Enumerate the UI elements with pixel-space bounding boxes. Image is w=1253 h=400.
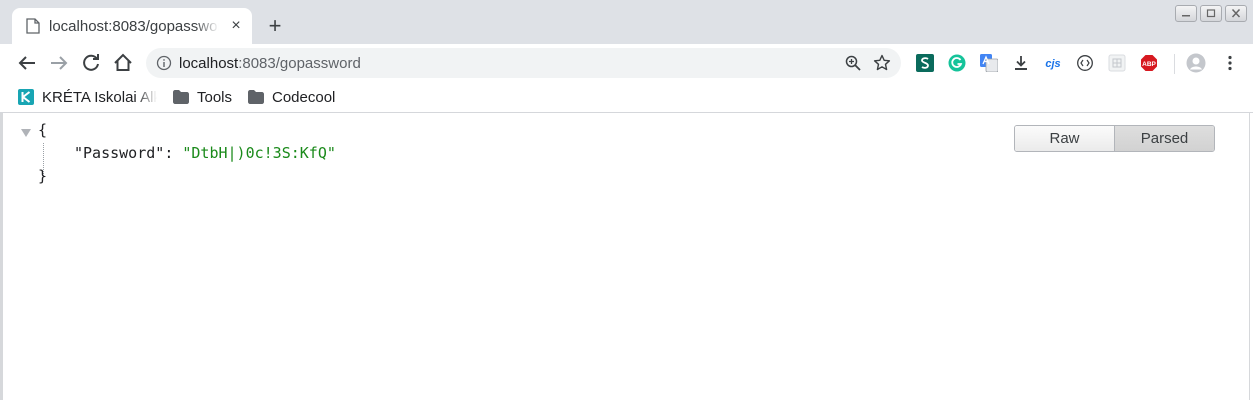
folder-icon: [173, 90, 189, 104]
forward-icon[interactable]: [47, 51, 71, 75]
grid-extension-icon[interactable]: [1108, 54, 1126, 72]
close-icon: [1231, 9, 1241, 18]
kreta-logo-icon: [18, 89, 34, 105]
right-border: [1249, 113, 1250, 400]
page-content: { "Password": "DtbH|)0c!3S:KfQ" } Raw Pa…: [0, 113, 1253, 400]
grammarly-icon[interactable]: [948, 54, 966, 72]
folder-icon: [248, 90, 264, 104]
collapse-toggle-icon[interactable]: [21, 128, 31, 138]
menu-icon[interactable]: [1221, 54, 1239, 72]
s-extension-icon[interactable]: [916, 54, 934, 72]
circle-extension-icon[interactable]: [1076, 54, 1094, 72]
download-icon[interactable]: [1012, 54, 1030, 72]
maximize-button[interactable]: [1200, 5, 1222, 22]
bookmark-label: Codecool: [272, 88, 336, 106]
cjs-label: cjs: [1045, 58, 1060, 70]
url-text[interactable]: localhost:8083/gopassword: [179, 55, 361, 72]
close-window-button[interactable]: [1225, 5, 1247, 22]
json-key: "Password": [74, 144, 165, 162]
left-border: [0, 113, 3, 400]
profile-avatar-icon[interactable]: [1186, 53, 1206, 73]
adblock-plus-icon[interactable]: ABP: [1140, 54, 1158, 72]
bookmark-star-icon[interactable]: [873, 54, 891, 72]
bookmark-tools[interactable]: Tools: [173, 86, 232, 108]
url-host: localhost: [179, 55, 239, 72]
info-icon[interactable]: [156, 55, 172, 71]
bookmark-kreta[interactable]: KRÉTA Iskolai Alk: [18, 86, 157, 108]
zoom-icon[interactable]: [845, 55, 861, 71]
tab-title: localhost:8083/gopassword: [49, 18, 219, 35]
raw-button[interactable]: Raw: [1015, 126, 1114, 151]
window-controls: [1175, 5, 1247, 22]
url-path: :8083/gopassword: [238, 55, 361, 72]
bookmark-codecool[interactable]: Codecool: [248, 86, 335, 108]
tab-strip: localhost:8083/gopassword × +: [0, 0, 1253, 44]
address-bar[interactable]: localhost:8083/gopassword: [146, 48, 901, 78]
cjs-icon[interactable]: cjs: [1044, 54, 1062, 72]
tab-active[interactable]: localhost:8083/gopassword ×: [12, 8, 252, 44]
json-value: "DtbH|)0c!3S:KfQ": [182, 144, 336, 162]
new-tab-button[interactable]: +: [264, 15, 286, 38]
maximize-icon: [1206, 9, 1216, 18]
bookmark-label: KRÉTA Iskolai Alk: [42, 88, 157, 106]
home-icon[interactable]: [111, 51, 135, 75]
json-separator: :: [164, 144, 183, 162]
json-entry: "Password": "DtbH|)0c!3S:KfQ": [74, 144, 336, 162]
back-icon[interactable]: [15, 51, 39, 75]
json-close-brace: }: [38, 167, 48, 185]
google-translate-icon[interactable]: [980, 54, 998, 72]
json-open-brace: {: [38, 121, 48, 139]
page-icon: [26, 18, 40, 34]
bookmarks-bar: KRÉTA Iskolai Alk Tools Codecool: [0, 82, 1253, 113]
toolbar: localhost:8083/gopassword cjs ABP: [0, 44, 1253, 82]
abp-label: ABP: [1142, 61, 1156, 68]
bookmark-label: Tools: [197, 88, 233, 106]
minimize-button[interactable]: [1175, 5, 1197, 22]
reload-icon[interactable]: [79, 51, 103, 75]
raw-parsed-toggle: Raw Parsed: [1014, 125, 1215, 152]
parsed-button[interactable]: Parsed: [1114, 126, 1214, 151]
toolbar-separator: [1174, 54, 1175, 74]
tab-close-button[interactable]: ×: [227, 17, 245, 35]
minimize-icon: [1182, 15, 1190, 17]
